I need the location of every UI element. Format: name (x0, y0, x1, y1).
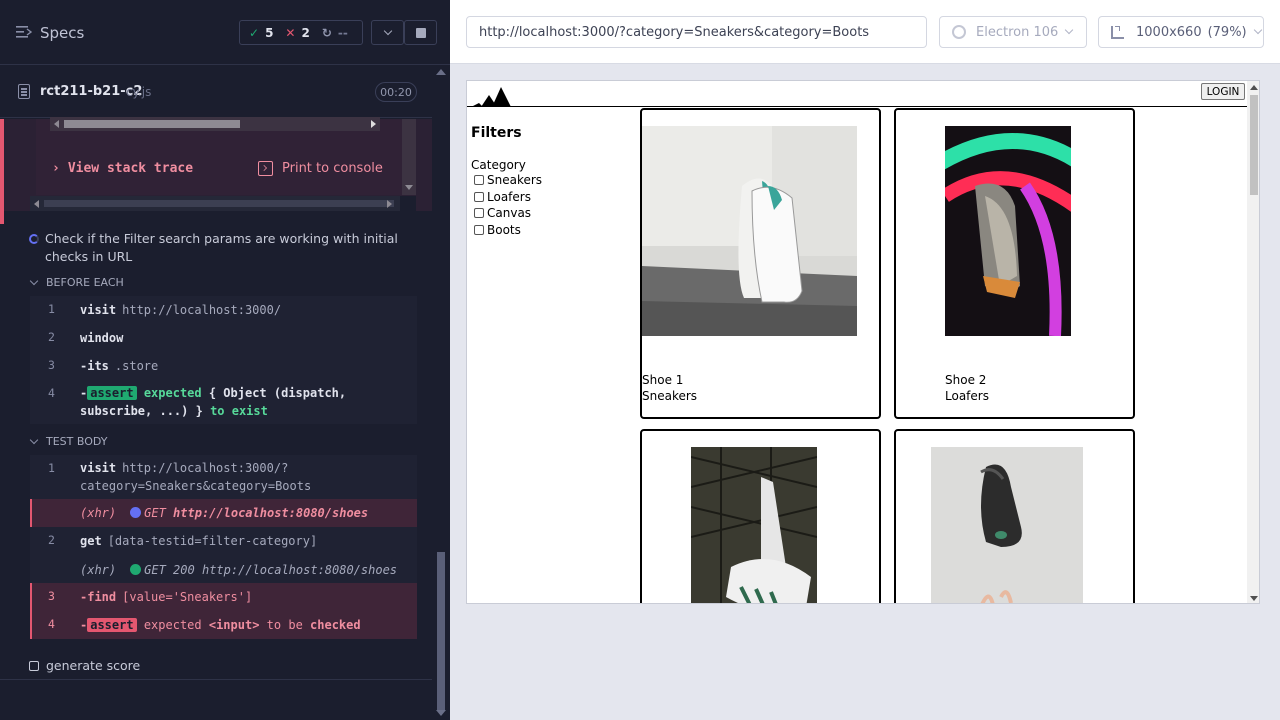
chevron-right-icon: › (52, 161, 60, 176)
app-vertical-scrollbar[interactable] (1247, 81, 1259, 603)
chevron-down-icon (29, 435, 39, 445)
adidas-logo[interactable] (469, 83, 513, 107)
collapse-button[interactable] (371, 20, 404, 45)
test-stats: ✓ 5 ✕ 2 ↻ -- (239, 20, 363, 45)
app-navbar: LOGIN (467, 81, 1247, 107)
assert-badge: assert (87, 386, 137, 400)
product-category: Loafers (945, 389, 989, 403)
chevron-down-icon (1253, 25, 1262, 35)
passed-stat: ✓ 5 (249, 25, 274, 40)
command-log-scrollbar[interactable] (432, 65, 450, 720)
command-row[interactable]: 3 -its .store (30, 352, 417, 380)
arrow-right-icon[interactable] (371, 120, 376, 128)
spec-file-ext: cy.js (126, 85, 152, 99)
error-vertical-scrollbar[interactable] (402, 119, 416, 195)
product-card[interactable]: Shoe 1 Sneakers (640, 108, 881, 419)
chevron-down-icon (29, 276, 39, 286)
category-option-boots[interactable]: Boots (474, 222, 542, 239)
print-to-console-button[interactable]: Print to console (258, 161, 383, 176)
arrow-down-icon[interactable] (436, 710, 446, 716)
assert-badge: assert (87, 618, 137, 632)
before-each-header[interactable]: BEFORE EACH (29, 276, 124, 289)
checkbox[interactable] (474, 224, 484, 235)
electron-icon (952, 25, 966, 39)
running-spinner-icon (29, 234, 39, 244)
success-dot-icon (130, 564, 142, 575)
spinner-icon: ↻ (321, 25, 332, 40)
product-image-shoe-2 (945, 126, 1071, 336)
stop-icon (415, 27, 426, 38)
xhr-row[interactable]: (xhr) GET 200 http://localhost:8080/shoes (30, 555, 417, 583)
command-row[interactable]: 1 visit http://localhost:3000/ (30, 296, 417, 324)
arrow-left-icon[interactable] (54, 120, 59, 128)
product-name: Shoe 2 (945, 373, 987, 387)
product-category: Sneakers (642, 389, 698, 403)
resize-icon (1111, 25, 1124, 39)
xhr-pending-row[interactable]: (xhr) GET http://localhost:8080/shoes (30, 499, 417, 527)
checkbox[interactable] (474, 191, 484, 202)
generate-score-test[interactable]: generate score (29, 658, 140, 673)
view-stack-trace-button[interactable]: › View stack trace (52, 161, 193, 176)
product-image-shoe-1 (642, 126, 857, 336)
product-image-shoe-3 (691, 447, 817, 603)
filters-sidebar: Filters Category Sneakers Loafers Canvas… (471, 125, 542, 238)
specs-title[interactable]: Specs (40, 24, 84, 42)
product-info: Shoe 2 Loafers (945, 372, 989, 404)
pending-stat: ↻ -- (321, 25, 348, 40)
arrow-up-icon[interactable] (1250, 85, 1258, 90)
command-row[interactable]: 1 visit http://localhost:3000/? category=S… (30, 455, 417, 499)
failed-assert-row[interactable]: 4 - assert expected <input> to be checked (30, 611, 417, 639)
browser-selector[interactable]: Electron 106 (939, 16, 1087, 48)
browser-toolbar: http://localhost:3000/?category=Sneakers… (450, 0, 1280, 64)
arrow-down-icon[interactable] (1250, 596, 1258, 601)
run-timer: 00:20 (375, 82, 417, 102)
checkbox[interactable] (474, 208, 484, 219)
x-icon: ✕ (285, 25, 296, 40)
product-image-shoe-4 (931, 447, 1083, 603)
product-card[interactable]: Shoe 2 Loafers (894, 108, 1135, 419)
login-button[interactable]: LOGIN (1201, 83, 1245, 100)
terminal-icon (258, 161, 273, 176)
arrow-left-icon[interactable] (34, 200, 39, 208)
chevron-down-icon (1065, 25, 1074, 35)
app-under-test-frame: LOGIN Filters Category Sneakers Loafers … (466, 80, 1260, 604)
app-preview-panel: http://localhost:3000/?category=Sneakers… (450, 0, 1280, 720)
test-body-header[interactable]: TEST BODY (29, 435, 107, 448)
arrow-up-icon[interactable] (436, 69, 446, 75)
product-info: Shoe 1 Sneakers (642, 372, 697, 404)
viewport-selector[interactable]: 1000x660 (79%) (1098, 16, 1264, 48)
product-card[interactable] (894, 429, 1135, 603)
arrow-right-icon[interactable] (387, 200, 392, 208)
failed-indicator (0, 119, 4, 224)
url-bar[interactable]: http://localhost:3000/?category=Sneakers… (466, 16, 927, 48)
filters-title: Filters (471, 125, 522, 141)
command-row[interactable]: 2 get [data-testid=filter-category] (30, 527, 417, 555)
test-title[interactable]: Check if the Filter search params are wo… (45, 230, 415, 266)
assert-row[interactable]: 4 - assert expected { Object (dispatch, s… (30, 380, 417, 424)
pending-dot-icon (130, 507, 142, 518)
error-horizontal-scrollbar[interactable] (50, 117, 380, 131)
command-log-panel: Specs ✓ 5 ✕ 2 ↻ -- rct211-b21-c2 cy.js 00:2… (0, 0, 450, 720)
spec-file-header: rct211-b21-c2 cy.js 00:20 (0, 66, 432, 118)
pending-test-icon (29, 660, 39, 671)
check-icon: ✓ (249, 25, 260, 40)
command-row[interactable]: 2 window (30, 324, 417, 352)
specs-header: Specs ✓ 5 ✕ 2 ↻ -- (0, 0, 450, 65)
stack-horizontal-scrollbar[interactable] (30, 196, 416, 211)
checkbox[interactable] (474, 175, 484, 186)
chevron-down-icon (383, 26, 392, 35)
document-icon (18, 84, 30, 99)
category-option-canvas[interactable]: Canvas (474, 205, 542, 222)
category-label: Category (471, 158, 526, 172)
category-option-loafers[interactable]: Loafers (474, 189, 542, 206)
product-name: Shoe 1 (642, 373, 684, 387)
failed-stat: ✕ 2 (285, 25, 310, 40)
product-card[interactable] (640, 429, 881, 603)
category-option-sneakers[interactable]: Sneakers (474, 172, 542, 189)
failed-command-row[interactable]: 3 -find [value='Sneakers'] (30, 583, 417, 611)
specs-menu-icon[interactable] (16, 25, 32, 39)
stop-button[interactable] (404, 20, 437, 45)
